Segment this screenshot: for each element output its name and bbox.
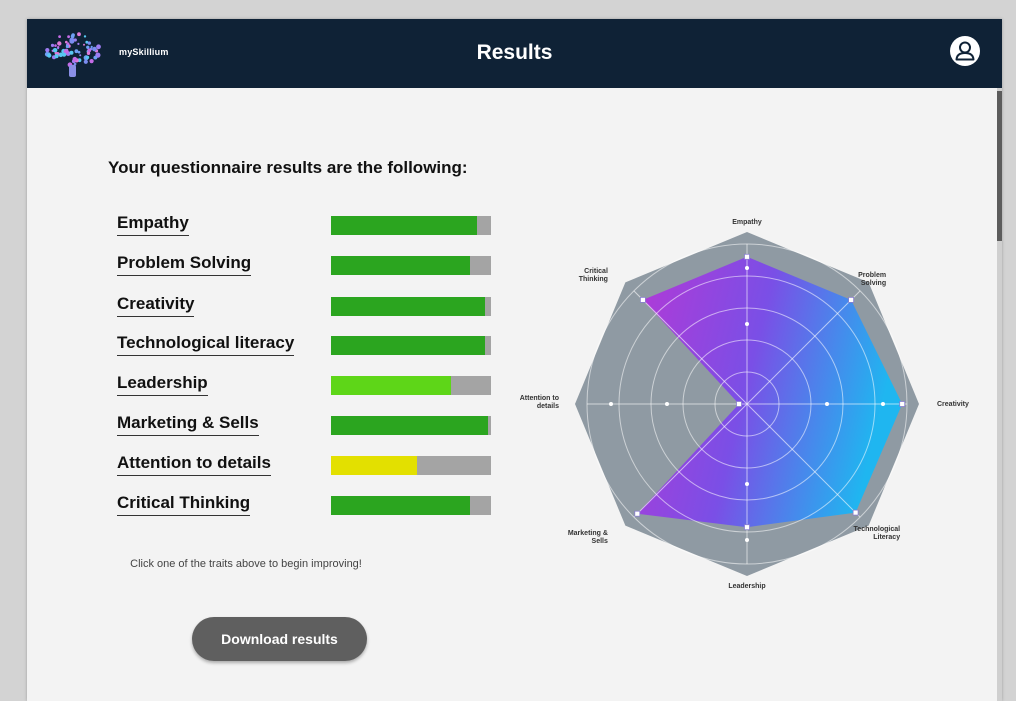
radar-point [744,253,750,260]
radar-tick-marker [745,538,749,542]
score-bar-fill [331,456,418,475]
score-bar-fill [331,256,471,275]
score-bar-empathy[interactable] [331,216,491,235]
radar-point [634,510,641,517]
trait-link-critical-thinking[interactable]: Critical Thinking [117,493,251,516]
score-bar-fill [331,496,471,515]
score-bar-fill [331,416,488,435]
trait-link-empathy[interactable]: Empathy [117,213,189,236]
radar-point [899,401,906,407]
score-bar-problem-solving[interactable] [331,256,491,275]
score-bar-marketing-sells[interactable] [331,416,491,435]
radar-tick-marker [745,266,749,270]
score-bar-leadership[interactable] [331,376,491,395]
radar-tick-marker [881,402,885,406]
score-bar-fill [331,376,451,395]
profile-button[interactable] [950,36,980,66]
radar-tick-marker [745,322,749,326]
page-title: Results [476,41,553,64]
radar-axis-label: Problem Solving [858,272,886,287]
trait-link-attention-to-details[interactable]: Attention to details [117,453,271,476]
radar-axis-label: Marketing & Sells [568,530,608,545]
hint-text: Click one of the traits above to begin i… [130,558,362,570]
radar-tick-marker [665,402,669,406]
radar-point [736,401,742,407]
score-bar-fill [331,297,485,316]
score-bar-technological-literacy[interactable] [331,336,491,355]
scrollbar-thumb[interactable] [997,91,1002,241]
score-bar-critical-thinking[interactable] [331,496,491,515]
radar-axis-label: Technological Literacy [854,526,901,541]
user-icon [955,41,975,61]
score-bar-creativity[interactable] [331,297,491,316]
radar-tick-marker [609,402,613,406]
app-window: mySkillium Results Your questionnaire re… [27,19,1002,701]
trait-link-problem-solving[interactable]: Problem Solving [117,253,252,276]
radar-axis-label: Creativity [937,401,969,408]
score-bar-attention-to-details[interactable] [331,456,491,475]
radar-tick-marker [825,402,829,406]
trait-link-technological-literacy[interactable]: Technological literacy [117,333,295,356]
radar-axis-label: Attention to details [520,395,559,410]
trait-link-leadership[interactable]: Leadership [117,373,208,396]
radar-axis-label: Empathy [732,219,762,226]
radar-tick-marker [745,482,749,486]
results-heading: Your questionnaire results are the follo… [108,158,468,177]
radar-point [852,509,859,516]
radar-point [848,297,855,303]
trait-link-marketing-sells[interactable]: Marketing & Sells [117,413,259,436]
radar-point [744,524,750,531]
radar-axis-label: Leadership [728,583,765,590]
trait-link-creativity[interactable]: Creativity [117,294,195,317]
score-bar-fill [331,336,485,355]
radar-point [639,297,646,303]
download-results-button[interactable]: Download results [192,617,367,661]
top-bar: mySkillium Results [27,19,1002,88]
radar-axis-label: Critical Thinking [579,268,608,283]
score-bar-fill [331,216,477,235]
radar-chart: Empathy Problem Solving Creativity Technolog… [520,219,969,590]
